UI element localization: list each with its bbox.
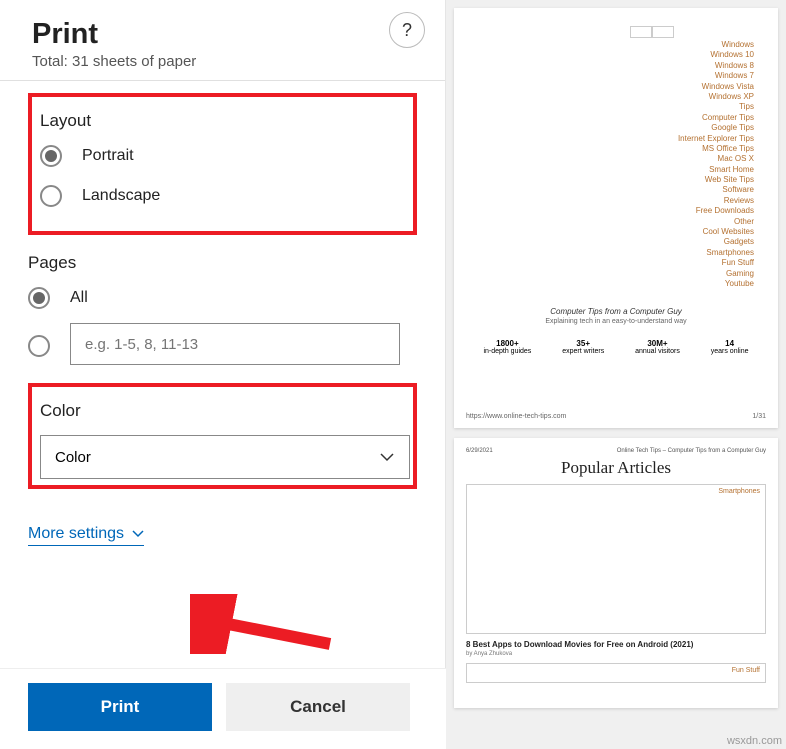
- preview-nav-link: Smartphones: [468, 248, 754, 258]
- color-dropdown[interactable]: Color: [40, 435, 410, 479]
- watermark-text: wsxdn.com: [727, 735, 782, 747]
- color-section-label: Color: [40, 401, 409, 421]
- layout-landscape-radio[interactable]: Landscape: [40, 185, 409, 207]
- preview-nav-link: Youtube: [468, 279, 754, 289]
- preview-tagline: Computer Tips from a Computer Guy: [468, 307, 764, 316]
- radio-icon: [40, 185, 62, 207]
- color-selected-label: Color: [55, 449, 91, 466]
- sheet-count-label: Total: 31 sheets of paper: [32, 53, 413, 70]
- pages-section-label: Pages: [28, 253, 417, 273]
- preview-page-2: 6/29/2021 Online Tech Tips – Computer Ti…: [454, 438, 778, 708]
- help-button[interactable]: ?: [389, 12, 425, 48]
- print-button[interactable]: Print: [28, 683, 212, 731]
- preview-page-number: 1/31: [752, 413, 766, 420]
- layout-portrait-radio[interactable]: Portrait: [40, 145, 409, 167]
- print-preview-panel: WindowsWindows 10Windows 8Windows 7Windo…: [446, 0, 786, 749]
- preview-img-placeholder: [468, 26, 764, 40]
- preview-date: 6/29/2021: [466, 448, 493, 454]
- cancel-button[interactable]: Cancel: [226, 683, 410, 731]
- preview-nav-link: Smart Home: [468, 165, 754, 175]
- more-settings-label: More settings: [28, 525, 124, 543]
- pages-all-label: All: [70, 289, 88, 307]
- pages-range-input[interactable]: [70, 323, 400, 365]
- radio-icon: [40, 145, 62, 167]
- preview-page2-header: 6/29/2021 Online Tech Tips – Computer Ti…: [466, 448, 766, 454]
- radio-icon: [28, 335, 50, 357]
- preview-nav-link: Windows XP: [468, 92, 754, 102]
- chevron-down-icon: [379, 449, 395, 465]
- dialog-header: Print Total: 31 sheets of paper ?: [0, 0, 445, 81]
- preview-nav-link: Reviews: [468, 196, 754, 206]
- preview-stats-row: 1800+in-depth guides 35+expert writers 30M…: [468, 339, 764, 355]
- radio-icon: [28, 287, 50, 309]
- pages-section: Pages All: [28, 253, 417, 365]
- preview-nav-link: Other: [468, 217, 754, 227]
- chevron-down-icon: [132, 528, 144, 540]
- preview-article-title: 8 Best Apps to Download Movies for Free …: [466, 640, 766, 649]
- preview-stat: 35+expert writers: [562, 339, 604, 355]
- preview-page-url: https://www.online-tech-tips.com: [466, 413, 566, 420]
- preview-nav-link: Google Tips: [468, 123, 754, 133]
- pages-custom-radio[interactable]: [28, 327, 417, 365]
- preview-nav-link: Gaming: [468, 269, 754, 279]
- preview-nav-link: Tips: [468, 102, 754, 112]
- preview-subtag: Explaining tech in an easy-to-understand…: [468, 318, 764, 325]
- preview-nav-link: Mac OS X: [468, 154, 754, 164]
- preview-nav-link: Windows Vista: [468, 82, 754, 92]
- preview-stat: 14years online: [711, 339, 749, 355]
- pages-all-radio[interactable]: All: [28, 287, 417, 309]
- layout-portrait-label: Portrait: [82, 147, 134, 165]
- preview-nav-link: Windows 8: [468, 61, 754, 71]
- preview-nav-link: Windows 10: [468, 50, 754, 60]
- preview-nav-link: Gadgets: [468, 237, 754, 247]
- preview-nav-link: Free Downloads: [468, 206, 754, 216]
- preview-page-1: WindowsWindows 10Windows 8Windows 7Windo…: [454, 8, 778, 428]
- preview-nav-link: Software: [468, 185, 754, 195]
- preview-stat: 30M+annual visitors: [635, 339, 680, 355]
- layout-section-label: Layout: [40, 111, 409, 131]
- preview-nav-link: Fun Stuff: [468, 258, 754, 268]
- preview-article-tag-2: Fun Stuff: [732, 667, 760, 674]
- preview-hdr-right: Online Tech Tips – Computer Tips from a …: [617, 448, 766, 454]
- preview-article-box-2: Fun Stuff: [466, 663, 766, 683]
- preview-nav-links: WindowsWindows 10Windows 8Windows 7Windo…: [468, 40, 764, 289]
- preview-nav-link: MS Office Tips: [468, 144, 754, 154]
- preview-article-tag: Smartphones: [718, 488, 760, 495]
- color-section-highlight: Color Color: [28, 383, 417, 489]
- dialog-title: Print: [32, 18, 413, 51]
- preview-nav-link: Windows: [468, 40, 754, 50]
- preview-article-author: by Anya Zhukova: [466, 651, 766, 657]
- print-dialog-panel: Print Total: 31 sheets of paper ? Layout…: [0, 0, 446, 749]
- preview-nav-link: Windows 7: [468, 71, 754, 81]
- layout-landscape-label: Landscape: [82, 187, 160, 205]
- preview-nav-link: Web Site Tips: [468, 175, 754, 185]
- preview-stat: 1800+in-depth guides: [483, 339, 531, 355]
- dialog-footer: Print Cancel: [0, 668, 446, 749]
- preview-nav-link: Internet Explorer Tips: [468, 134, 754, 144]
- preview-nav-link: Cool Websites: [468, 227, 754, 237]
- preview-article-box: Smartphones: [466, 484, 766, 634]
- more-settings-link[interactable]: More settings: [28, 525, 144, 546]
- preview-nav-link: Computer Tips: [468, 113, 754, 123]
- layout-section-highlight: Layout Portrait Landscape: [28, 93, 417, 235]
- preview-popular-title: Popular Articles: [466, 458, 766, 478]
- print-options-scroll[interactable]: Layout Portrait Landscape Pages All Colo…: [0, 81, 445, 641]
